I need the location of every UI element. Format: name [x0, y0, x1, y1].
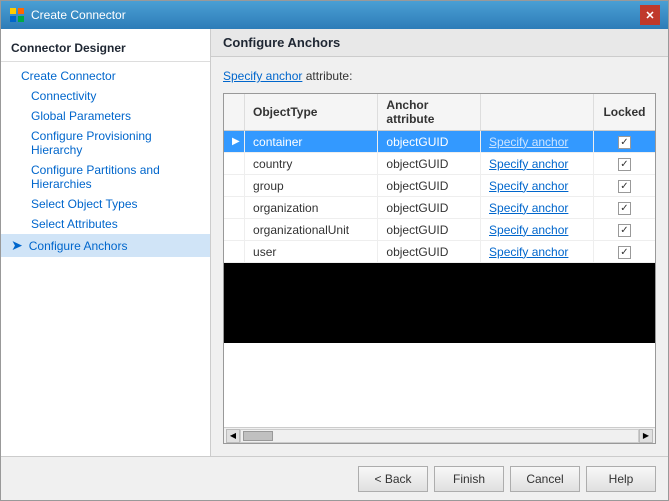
locked-checkbox: ✓: [618, 158, 631, 171]
row-locked: ✓: [593, 131, 655, 153]
row-object-type: organization: [245, 197, 378, 219]
row-object-type: container: [245, 131, 378, 153]
sidebar-label-global-parameters: Global Parameters: [31, 109, 131, 123]
main-window: Create Connector ✕ Connector Designer Cr…: [0, 0, 669, 501]
scroll-left-button[interactable]: ◀: [226, 429, 240, 443]
close-button[interactable]: ✕: [640, 5, 660, 25]
row-anchor-attr: objectGUID: [378, 131, 481, 153]
row-anchor-attr: objectGUID: [378, 219, 481, 241]
specify-anchor-suffix: attribute:: [302, 69, 352, 83]
table-header-row: ObjectType Anchor attribute Locked: [224, 94, 655, 131]
sidebar-item-select-object-types[interactable]: Select Object Types: [1, 194, 210, 214]
row-object-type: user: [245, 241, 378, 263]
row-anchor-attr: objectGUID: [378, 197, 481, 219]
row-object-type: country: [245, 153, 378, 175]
sidebar-label-configure-partitions: Configure Partitions and Hierarchies: [31, 163, 200, 191]
row-specify-link[interactable]: Specify anchor: [481, 131, 594, 153]
row-specify-link[interactable]: Specify anchor: [481, 241, 594, 263]
locked-checkbox: ✓: [618, 246, 631, 259]
col-locked-header: Locked: [593, 94, 655, 131]
sidebar-label-configure-provisioning: Configure Provisioning Hierarchy: [31, 129, 200, 157]
content-area: Connector Designer Create Connector Conn…: [1, 29, 668, 456]
sidebar-label-configure-anchors: Configure Anchors: [29, 239, 128, 253]
horizontal-scrollbar[interactable]: ◀ ▶: [224, 427, 655, 443]
row-arrow: [224, 175, 245, 197]
table-row[interactable]: organizationalUnit objectGUID Specify an…: [224, 219, 655, 241]
table-row-black: [224, 263, 655, 343]
finish-button[interactable]: Finish: [434, 466, 504, 492]
sidebar-item-create-connector[interactable]: Create Connector: [1, 66, 210, 86]
table-row[interactable]: user objectGUID Specify anchor: [224, 241, 655, 263]
row-anchor-attr: objectGUID: [378, 175, 481, 197]
specify-anchor-link[interactable]: Specify anchor: [223, 69, 302, 83]
sidebar-item-global-parameters[interactable]: Global Parameters: [1, 106, 210, 126]
row-locked: ✓: [593, 175, 655, 197]
sidebar-item-configure-provisioning[interactable]: Configure Provisioning Hierarchy: [1, 126, 210, 160]
row-specify-link[interactable]: Specify anchor: [481, 175, 594, 197]
row-arrow: [224, 153, 245, 175]
title-bar: Create Connector ✕: [1, 1, 668, 29]
row-locked: ✓: [593, 241, 655, 263]
sidebar-label-create-connector: Create Connector: [21, 69, 116, 83]
col-arrow-header: [224, 94, 245, 131]
sidebar-item-configure-partitions[interactable]: Configure Partitions and Hierarchies: [1, 160, 210, 194]
main-panel: Configure Anchors Specify anchor attribu…: [211, 29, 668, 456]
sidebar-label-select-attributes: Select Attributes: [31, 217, 118, 231]
row-specify-link[interactable]: Specify anchor: [481, 153, 594, 175]
table-row[interactable]: country objectGUID Specify anchor: [224, 153, 655, 175]
row-specify-link[interactable]: Specify anchor: [481, 197, 594, 219]
row-arrow: [224, 219, 245, 241]
sidebar: Connector Designer Create Connector Conn…: [1, 29, 211, 456]
sidebar-item-configure-anchors[interactable]: ➤ Configure Anchors: [1, 234, 210, 257]
main-header: Configure Anchors: [211, 29, 668, 57]
row-locked: ✓: [593, 197, 655, 219]
main-content: Specify anchor attribute: ObjectType: [211, 57, 668, 456]
row-locked: ✓: [593, 219, 655, 241]
locked-checkbox: ✓: [618, 136, 631, 149]
row-object-type: group: [245, 175, 378, 197]
sidebar-header: Connector Designer: [1, 37, 210, 62]
table-scroll-area[interactable]: ObjectType Anchor attribute Locked: [224, 94, 655, 427]
bottom-bar: < Back Finish Cancel Help: [1, 456, 668, 500]
anchors-table-container: ObjectType Anchor attribute Locked: [223, 93, 656, 444]
window-title: Create Connector: [31, 8, 126, 22]
scroll-right-button[interactable]: ▶: [639, 429, 653, 443]
table-row[interactable]: organization objectGUID Specify anchor: [224, 197, 655, 219]
locked-checkbox: ✓: [618, 180, 631, 193]
col-specify-header: [481, 94, 594, 131]
title-bar-left: Create Connector: [9, 7, 126, 23]
sidebar-label-connectivity: Connectivity: [31, 89, 96, 103]
cancel-button[interactable]: Cancel: [510, 466, 580, 492]
row-object-type: organizationalUnit: [245, 219, 378, 241]
sidebar-item-select-attributes[interactable]: Select Attributes: [1, 214, 210, 234]
arrow-icon: ➤: [11, 237, 23, 254]
table-row[interactable]: ▶ container objectGUID Specify anchor: [224, 131, 655, 153]
row-anchor-attr: objectGUID: [378, 153, 481, 175]
help-button[interactable]: Help: [586, 466, 656, 492]
scroll-track[interactable]: [240, 429, 639, 443]
sidebar-label-select-object-types: Select Object Types: [31, 197, 138, 211]
col-objecttype-header: ObjectType: [245, 94, 378, 131]
row-anchor-attr: objectGUID: [378, 241, 481, 263]
black-area: [224, 263, 655, 343]
specify-anchor-description: Specify anchor attribute:: [223, 69, 656, 83]
row-locked: ✓: [593, 153, 655, 175]
locked-checkbox: ✓: [618, 202, 631, 215]
row-arrow: [224, 197, 245, 219]
row-arrow: ▶: [224, 131, 245, 153]
row-specify-link[interactable]: Specify anchor: [481, 219, 594, 241]
scroll-thumb[interactable]: [243, 431, 273, 441]
back-button[interactable]: < Back: [358, 466, 428, 492]
col-anchor-header: Anchor attribute: [378, 94, 481, 131]
locked-checkbox: ✓: [618, 224, 631, 237]
anchors-table: ObjectType Anchor attribute Locked: [224, 94, 655, 343]
row-arrow: [224, 241, 245, 263]
table-row[interactable]: group objectGUID Specify anchor: [224, 175, 655, 197]
sidebar-item-connectivity[interactable]: Connectivity: [1, 86, 210, 106]
app-icon: [9, 7, 25, 23]
